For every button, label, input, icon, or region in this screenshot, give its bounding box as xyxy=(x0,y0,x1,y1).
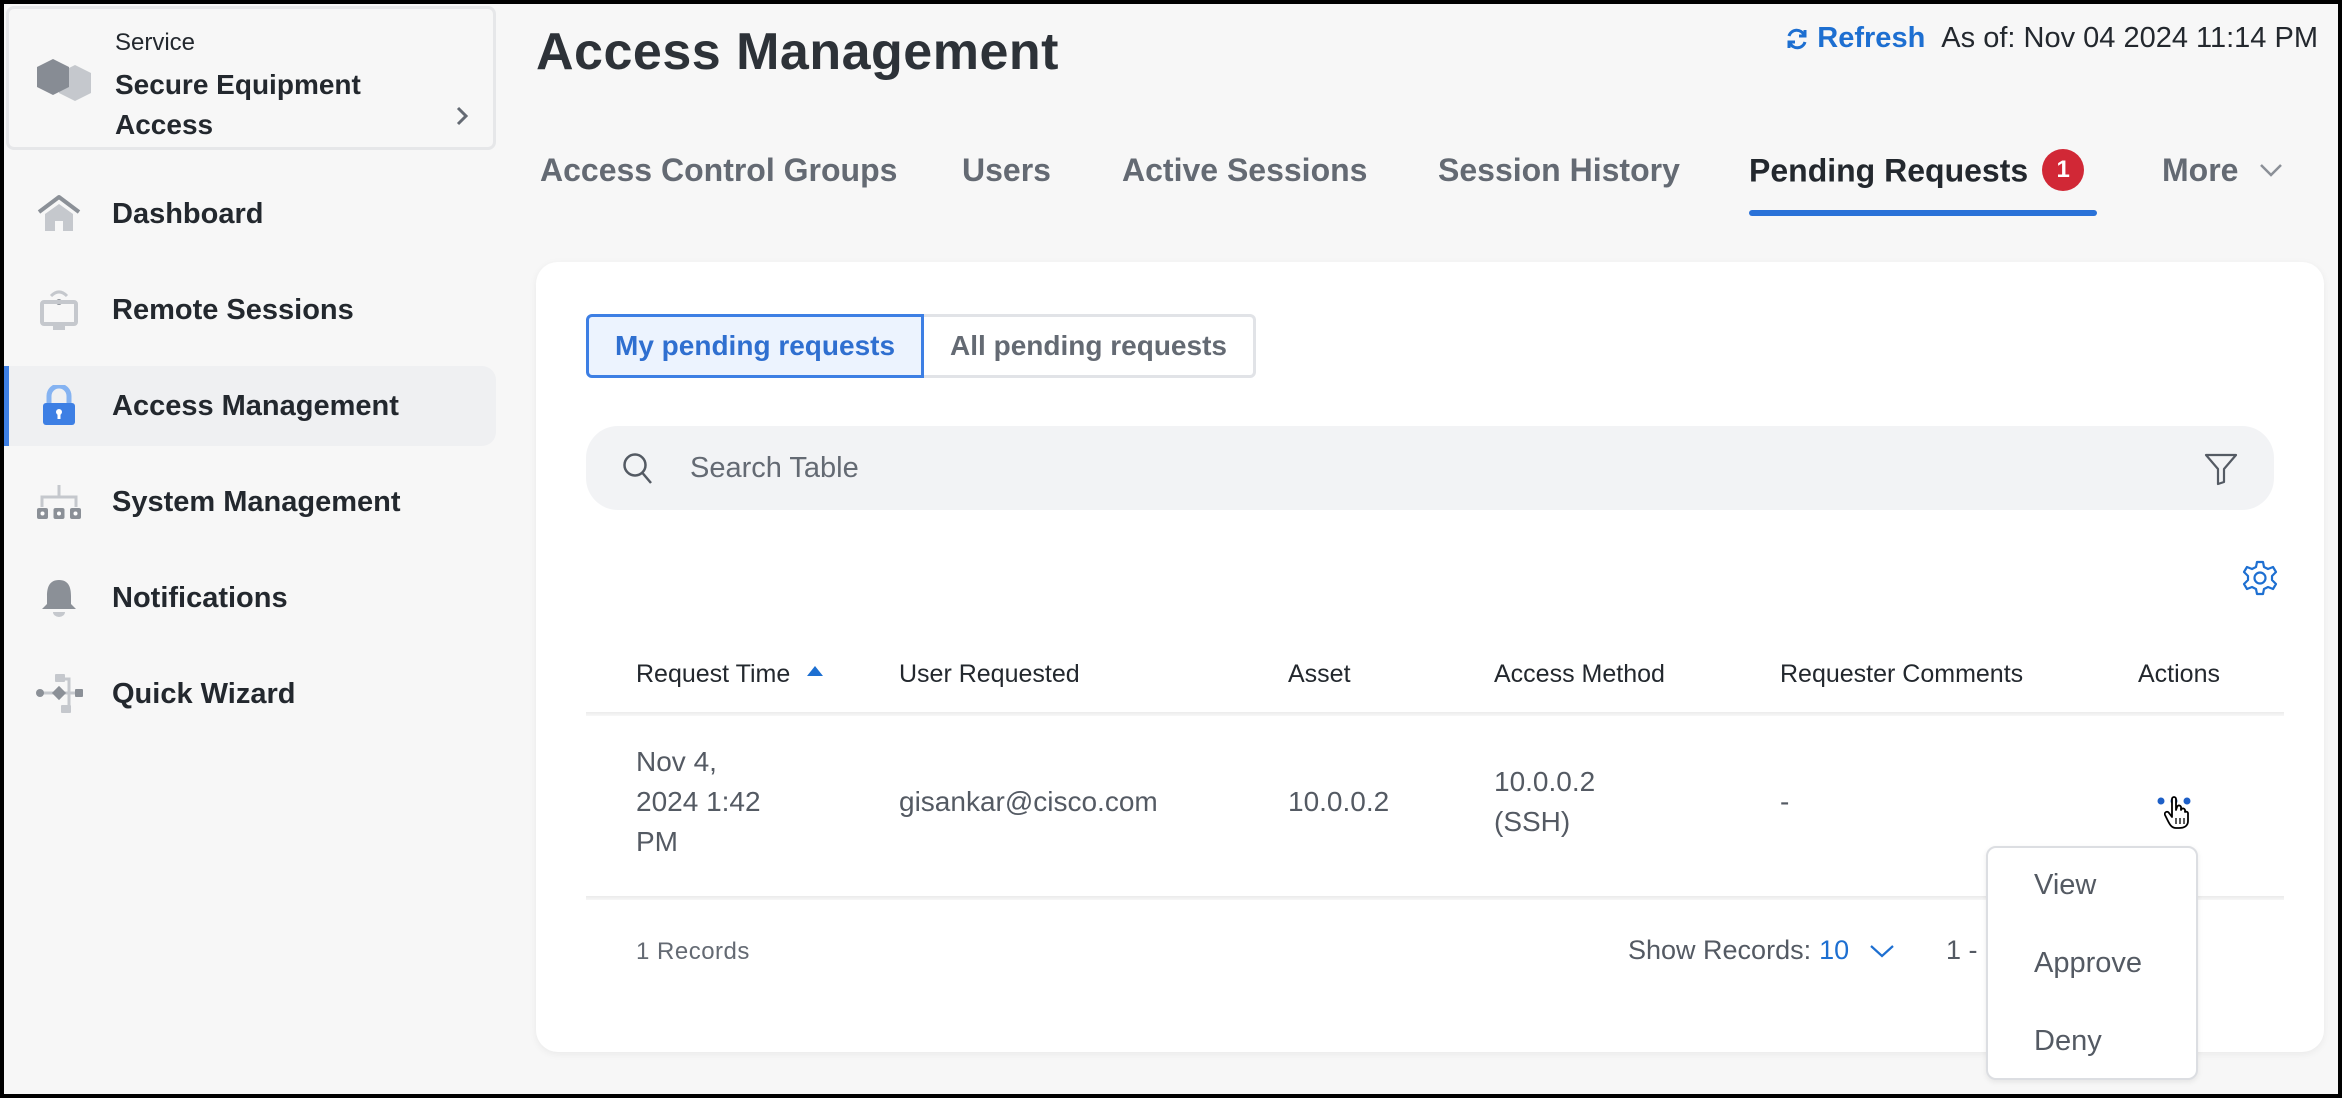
records-count: 1 Records xyxy=(636,938,750,965)
filter-icon[interactable] xyxy=(2204,452,2238,486)
sidebar-item-quick-wizard[interactable]: Quick Wizard xyxy=(4,654,496,734)
service-label: Service xyxy=(115,29,196,56)
tab-access-control-groups[interactable]: Access Control Groups xyxy=(540,152,897,189)
app-window: Service Secure Equipment Access Dashboar… xyxy=(4,4,2338,1094)
active-tab-indicator xyxy=(1749,210,2097,216)
cell-line: (SSH) xyxy=(1494,806,1571,837)
tab-session-history[interactable]: Session History xyxy=(1438,152,1680,189)
sidebar-item-notifications[interactable]: Notifications xyxy=(4,558,496,638)
column-header-user-requested[interactable]: User Requested xyxy=(899,660,1080,689)
cell-line: 10.0.0.2 xyxy=(1494,766,1596,797)
menu-item-view[interactable]: View xyxy=(1988,850,2196,920)
service-switcher[interactable]: Service Secure Equipment Access xyxy=(6,6,496,150)
request-scope-toggle: My pending requests All pending requests xyxy=(586,314,1256,378)
column-header-access-method[interactable]: Access Method xyxy=(1494,660,1665,689)
workflow-icon xyxy=(34,672,84,716)
cell-user-requested: gisankar@cisco.com xyxy=(899,786,1158,817)
sidebar-item-dashboard[interactable]: Dashboard xyxy=(4,174,496,254)
gear-icon[interactable] xyxy=(2242,560,2278,596)
tab-label: More xyxy=(2162,152,2239,188)
tab-label: Pending Requests xyxy=(1749,152,2029,189)
refresh-icon xyxy=(1787,28,1807,49)
sidebar-item-remote-sessions[interactable]: Remote Sessions xyxy=(4,270,496,350)
search-input[interactable] xyxy=(690,426,2090,510)
tab-active-sessions[interactable]: Active Sessions xyxy=(1122,152,1367,189)
bell-icon xyxy=(34,576,84,620)
row-actions-menu: View Approve Deny xyxy=(1986,846,2198,1080)
menu-item-deny[interactable]: Deny xyxy=(1988,1006,2196,1076)
show-records-selector[interactable]: Show Records: 10 xyxy=(1628,935,1895,966)
sidebar-item-label: System Management xyxy=(112,485,401,518)
show-records-value: 10 xyxy=(1819,935,1850,965)
sidebar-item-system-management[interactable]: System Management xyxy=(4,462,496,542)
column-label: Request Time xyxy=(636,660,791,688)
refresh-button[interactable]: Refresh xyxy=(1785,22,1925,55)
search-bar xyxy=(586,426,2274,510)
sidebar-item-label: Notifications xyxy=(112,581,288,614)
lock-icon xyxy=(34,384,84,428)
tab-users[interactable]: Users xyxy=(962,152,1051,189)
remote-monitor-icon xyxy=(34,288,84,332)
column-header-asset[interactable]: Asset xyxy=(1288,660,1351,689)
column-header-actions: Actions xyxy=(2138,660,2220,688)
sidebar: Service Secure Equipment Access Dashboar… xyxy=(4,4,500,1094)
table-header: Request Time User Requested Asset Access… xyxy=(586,642,2284,712)
hierarchy-icon xyxy=(34,480,84,524)
page-title: Access Management xyxy=(536,23,1059,81)
cell-line: 2024 1:42 xyxy=(636,786,761,817)
sort-ascending-icon xyxy=(807,666,824,677)
refresh-label: Refresh xyxy=(1817,22,1926,54)
column-header-requester-comments[interactable]: Requester Comments xyxy=(1780,660,2023,689)
hand-cursor-icon xyxy=(2164,796,2189,829)
all-pending-requests-button[interactable]: All pending requests xyxy=(924,314,1256,378)
cell-request-time: Nov 4, 2024 1:42 PM xyxy=(636,742,761,862)
as-of-timestamp: As of: Nov 04 2024 11:14 PM xyxy=(1941,22,2318,54)
column-header-request-time[interactable]: Request Time xyxy=(636,660,824,689)
menu-item-approve[interactable]: Approve xyxy=(1988,928,2196,998)
service-logo-icon xyxy=(37,59,91,101)
refresh-area: Refresh As of: Nov 04 2024 11:14 PM xyxy=(1785,22,2318,55)
home-icon xyxy=(34,192,84,236)
show-records-label: Show Records: xyxy=(1628,935,1812,965)
tab-more[interactable]: More xyxy=(2162,152,2283,189)
cell-access-method: 10.0.0.2 (SSH) xyxy=(1494,762,1595,842)
search-icon xyxy=(623,453,652,484)
cell-line: PM xyxy=(636,826,678,857)
cell-line: Nov 4, xyxy=(636,746,717,777)
sidebar-item-label: Quick Wizard xyxy=(112,677,296,710)
cell-requester-comments: - xyxy=(1780,786,1790,817)
chevron-right-icon xyxy=(456,106,469,126)
page-range: 1 - xyxy=(1946,935,1978,965)
sidebar-item-access-management[interactable]: Access Management xyxy=(4,366,496,446)
chevron-down-icon xyxy=(2260,163,2283,177)
sidebar-item-label: Dashboard xyxy=(112,197,264,230)
chevron-down-icon xyxy=(1870,944,1894,957)
sidebar-item-label: Remote Sessions xyxy=(112,293,354,326)
my-pending-requests-button[interactable]: My pending requests xyxy=(586,314,925,378)
service-name: Secure Equipment Access xyxy=(115,69,361,140)
tab-pending-requests[interactable]: Pending Requests 1 xyxy=(1749,149,2085,194)
sidebar-item-label: Access Management xyxy=(112,389,399,422)
cell-asset: 10.0.0.2 xyxy=(1288,786,1390,817)
pending-count-badge: 1 xyxy=(2042,149,2085,191)
